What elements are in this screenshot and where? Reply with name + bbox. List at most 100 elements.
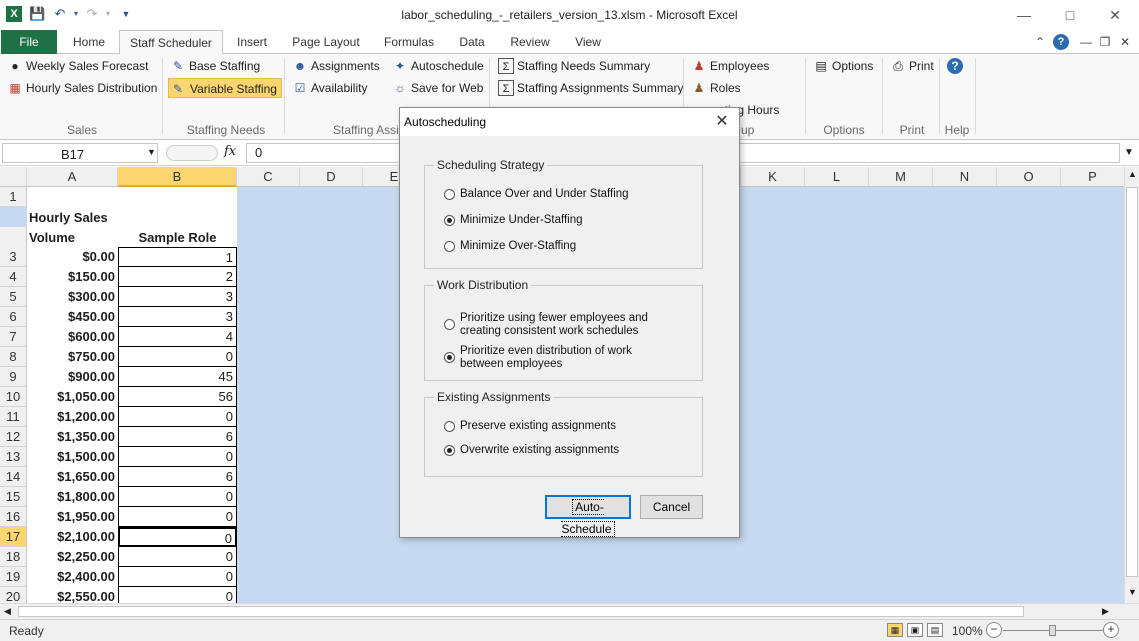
cell-sales-volume[interactable]: $1,950.00 xyxy=(27,507,118,527)
tab-file[interactable]: File xyxy=(1,30,57,54)
select-all-corner[interactable] xyxy=(0,167,27,187)
row-header[interactable]: 1 xyxy=(0,187,27,207)
workbook-minimize-icon[interactable]: — xyxy=(1078,34,1094,50)
vertical-scrollbar[interactable]: ▲ ▼ xyxy=(1124,167,1139,603)
header-hourly-sales[interactable]: Hourly Sales xyxy=(29,208,108,228)
cell-sample-role[interactable]: 0 xyxy=(118,527,237,547)
cell-sample-role[interactable]: 0 xyxy=(118,407,237,427)
formula-bar-grip-icon[interactable] xyxy=(166,145,218,161)
horizontal-scrollbar[interactable]: ◀ ▶ xyxy=(0,603,1139,619)
column-header-p[interactable]: P xyxy=(1061,167,1124,187)
hourly-sales-distribution-button[interactable]: ▦ Hourly Sales Distribution xyxy=(6,78,157,98)
column-header-n[interactable]: N xyxy=(933,167,997,187)
workbook-restore-icon[interactable]: ❐ xyxy=(1097,34,1113,50)
cell-sales-volume[interactable]: $1,800.00 xyxy=(27,487,118,507)
cell-sample-role[interactable]: 0 xyxy=(118,487,237,507)
cell-sample-role[interactable]: 3 xyxy=(118,287,237,307)
radio-button[interactable] xyxy=(444,352,455,363)
cell-sample-role[interactable]: 45 xyxy=(118,367,237,387)
page-layout-view-icon[interactable]: ▣ xyxy=(907,623,923,637)
cell-sample-role[interactable]: 0 xyxy=(118,567,237,587)
row-header[interactable]: 13 xyxy=(0,447,27,467)
cell-sales-volume[interactable]: $2,250.00 xyxy=(27,547,118,567)
radio-button[interactable] xyxy=(444,445,455,456)
insert-function-icon[interactable]: fx xyxy=(224,144,236,159)
cell-sample-role[interactable]: 0 xyxy=(118,507,237,527)
cell-sales-volume[interactable]: $2,550.00 xyxy=(27,587,118,603)
staffing-needs-summary-button[interactable]: Σ Staffing Needs Summary xyxy=(497,56,650,76)
normal-view-icon[interactable]: ▦ xyxy=(887,623,903,637)
auto-schedule-button[interactable]: Auto-Schedule xyxy=(545,495,631,537)
tab-formulas[interactable]: Formulas xyxy=(377,30,441,54)
row-header[interactable]: 14 xyxy=(0,467,27,487)
expand-formula-bar-icon[interactable]: ▼ xyxy=(1124,147,1134,158)
cancel-button[interactable]: Cancel xyxy=(640,495,703,519)
availability-button[interactable]: ☑ Availability xyxy=(291,78,368,98)
name-box[interactable]: B17 ▼ xyxy=(2,143,158,163)
zoom-level[interactable]: 100% xyxy=(952,624,983,638)
scroll-up-icon[interactable]: ▲ xyxy=(1128,169,1137,179)
page-break-view-icon[interactable]: ▤ xyxy=(927,623,943,637)
row-header[interactable]: 11 xyxy=(0,407,27,427)
column-header-o[interactable]: O xyxy=(997,167,1061,187)
help-button[interactable]: ? xyxy=(946,56,964,76)
cell-sample-role[interactable]: 0 xyxy=(118,347,237,367)
row-header[interactable]: 20 xyxy=(0,587,27,603)
row-header[interactable]: 10 xyxy=(0,387,27,407)
column-header-d[interactable]: D xyxy=(300,167,363,187)
cell-sales-volume[interactable]: $900.00 xyxy=(27,367,118,387)
row-header[interactable]: 3 xyxy=(0,247,27,267)
cell-sample-role[interactable]: 3 xyxy=(118,307,237,327)
row-header[interactable]: 19 xyxy=(0,567,27,587)
row-header[interactable]: 4 xyxy=(0,267,27,287)
help-icon[interactable]: ? xyxy=(1053,34,1069,50)
row-header[interactable]: 17 xyxy=(0,527,27,547)
row-header[interactable]: 18 xyxy=(0,547,27,567)
cell-sales-volume[interactable]: $2,100.00 xyxy=(27,527,118,547)
variable-staffing-button[interactable]: ✎ Variable Staffing xyxy=(168,78,282,98)
close-icon[interactable]: ✕ xyxy=(711,112,733,132)
horizontal-scroll-thumb[interactable] xyxy=(18,606,1024,617)
autoschedule-button[interactable]: ✦ Autoschedule xyxy=(391,56,484,76)
tab-data[interactable]: Data xyxy=(452,30,492,54)
cell-sales-volume[interactable]: $750.00 xyxy=(27,347,118,367)
row-header[interactable]: 12 xyxy=(0,427,27,447)
workbook-close-icon[interactable]: ✕ xyxy=(1117,34,1133,50)
cell-sample-role[interactable]: 6 xyxy=(118,467,237,487)
header-volume[interactable]: Volume xyxy=(29,228,75,248)
cell-sample-role[interactable]: 0 xyxy=(118,587,237,603)
cell-sales-volume[interactable]: $300.00 xyxy=(27,287,118,307)
tab-page-layout[interactable]: Page Layout xyxy=(286,30,366,54)
cell-sample-role[interactable]: 56 xyxy=(118,387,237,407)
cell-sample-role[interactable]: 4 xyxy=(118,327,237,347)
cell-sales-volume[interactable]: $0.00 xyxy=(27,247,118,267)
vertical-scroll-thumb[interactable] xyxy=(1126,187,1138,577)
name-box-dropdown-icon[interactable]: ▼ xyxy=(147,147,156,157)
scroll-down-icon[interactable]: ▼ xyxy=(1128,587,1137,597)
tab-insert[interactable]: Insert xyxy=(229,30,275,54)
print-button[interactable]: ⎙ Print xyxy=(889,56,934,76)
minimize-button[interactable]: — xyxy=(1010,4,1038,26)
tab-view[interactable]: View xyxy=(567,30,609,54)
cell-sample-role[interactable]: 6 xyxy=(118,427,237,447)
row-header[interactable]: 5 xyxy=(0,287,27,307)
cell-sales-volume[interactable]: $150.00 xyxy=(27,267,118,287)
collapse-ribbon-icon[interactable]: ⌃ xyxy=(1032,34,1048,50)
cell-sample-role[interactable]: 0 xyxy=(118,547,237,567)
column-header-m[interactable]: M xyxy=(869,167,933,187)
cell-sample-role[interactable]: 0 xyxy=(118,447,237,467)
radio-button[interactable] xyxy=(444,241,455,252)
cell-sales-volume[interactable]: $1,650.00 xyxy=(27,467,118,487)
column-header-a[interactable]: A xyxy=(27,167,118,187)
cell-sales-volume[interactable]: $2,400.00 xyxy=(27,567,118,587)
header-sample-role[interactable]: Sample Role xyxy=(118,228,237,248)
zoom-out-button[interactable]: − xyxy=(986,622,1002,638)
cell-sales-volume[interactable]: $1,500.00 xyxy=(27,447,118,467)
save-for-web-button[interactable]: ☼ Save for Web xyxy=(391,78,484,98)
row-header[interactable]: 9 xyxy=(0,367,27,387)
row-header[interactable]: 6 xyxy=(0,307,27,327)
radio-button[interactable] xyxy=(444,189,455,200)
radio-button[interactable] xyxy=(444,215,455,226)
cell-sales-volume[interactable]: $1,200.00 xyxy=(27,407,118,427)
cell-sales-volume[interactable]: $600.00 xyxy=(27,327,118,347)
